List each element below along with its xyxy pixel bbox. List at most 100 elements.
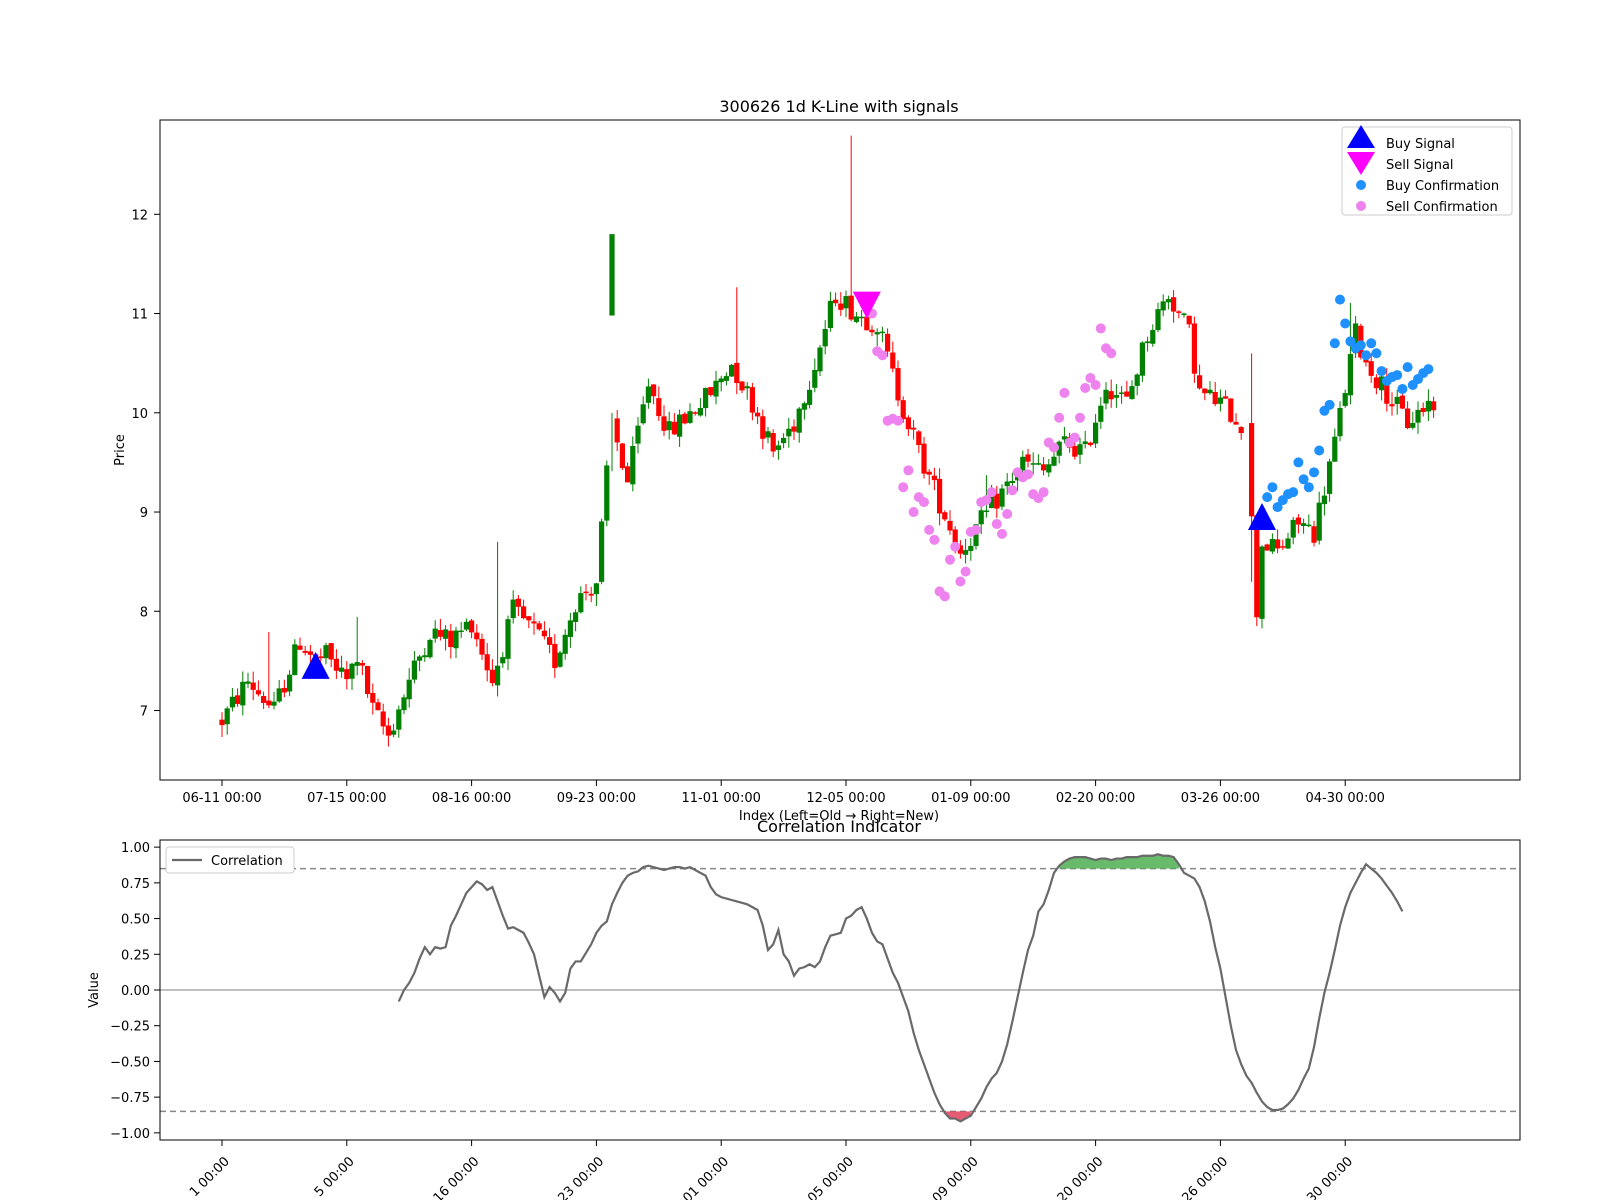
candle-body [1410, 422, 1416, 428]
correlation-line [397, 853, 1404, 1123]
candle-body [1233, 421, 1239, 425]
sell-confirmation-point [991, 518, 1002, 529]
candle-body [235, 695, 241, 704]
sell-confirmation-point [997, 528, 1007, 539]
candle-body [775, 445, 781, 450]
candle-body [1269, 539, 1275, 552]
candle-body [547, 637, 553, 645]
candle-body [760, 416, 766, 439]
candle-body [339, 667, 345, 672]
buy-confirmation-point [1340, 318, 1351, 329]
candle-body [770, 433, 776, 452]
candle-body [1368, 361, 1374, 376]
candle-body [1087, 442, 1093, 446]
buy-confirmation-point [1335, 294, 1345, 305]
candle-body [458, 630, 464, 633]
candle-body [318, 656, 324, 659]
kline-xtick-label: 08-16 00:00 [432, 791, 511, 806]
correlation-x-ticks: 1 00:00 5 00:00 16 00:00 23 00:00 01 00:00 05… [187, 1140, 1356, 1200]
candle-body [963, 550, 969, 555]
candle-body [1295, 517, 1301, 525]
sell-confirmation-point [877, 350, 888, 361]
candle-body [723, 376, 729, 381]
correlation-ytick-label: 0.75 [121, 877, 150, 892]
candle-body [1420, 407, 1426, 413]
candle-body [281, 687, 287, 693]
buy-confirmation-point [1392, 370, 1403, 381]
candle-body [1337, 408, 1343, 437]
buy-confirmation-point [1423, 364, 1434, 375]
kline-ytick-label: 12 [131, 208, 148, 223]
candle-body [827, 300, 833, 329]
kline-legend: Buy Signal Sell Signal Buy Confirmation Sel… [1341, 125, 1513, 216]
correlation-xtick-label: 20 00:00 [1055, 1154, 1107, 1200]
correlation-ytick-label: 0.25 [121, 948, 150, 963]
candle-body [1259, 546, 1265, 619]
sell-confirmation-point [960, 566, 971, 577]
candle-body [302, 650, 308, 653]
candle-body [453, 630, 459, 649]
candle-body [838, 303, 844, 310]
buy-confirmation-point [1309, 467, 1319, 478]
buy-confirmation-point [1303, 482, 1314, 493]
correlation-ytick-label: −0.25 [110, 1020, 150, 1035]
candle-body [1155, 309, 1161, 331]
candle-body [609, 234, 615, 316]
candle-body [266, 700, 272, 706]
candle-body [432, 628, 438, 639]
kline-legend-label: Buy Signal [1386, 137, 1455, 152]
correlation-ytick-label: 1.00 [121, 841, 150, 856]
candle-body [1165, 299, 1171, 303]
candle-body [573, 612, 579, 622]
candle-body [1150, 330, 1156, 344]
candle-body [807, 389, 813, 405]
candle-body [1347, 354, 1353, 396]
candle-body [765, 431, 771, 438]
candle-body [1051, 456, 1057, 466]
kline-legend-label: Buy Confirmation [1386, 179, 1499, 194]
correlation-xtick-label: 1 00:00 [187, 1154, 233, 1200]
candle-body [1145, 341, 1151, 344]
candle-body [921, 443, 927, 474]
candle-body [588, 593, 594, 596]
candle-body [297, 645, 303, 650]
candle-body [994, 493, 1000, 509]
candle-body [562, 634, 568, 654]
candle-body [1191, 323, 1197, 374]
candle-body [515, 598, 521, 607]
candle-body [853, 316, 859, 322]
correlation-xtick-label: 09 00:00 [930, 1154, 982, 1200]
candle-body [1093, 422, 1099, 444]
candle-body [1046, 464, 1052, 473]
buy-confirmation-point [1366, 338, 1377, 349]
confirmation-legend-icon [1356, 180, 1366, 190]
candle-body [1217, 397, 1223, 404]
candle-body [749, 387, 755, 413]
candle-body [1212, 392, 1218, 405]
candle-body [1009, 480, 1015, 483]
candle-body [604, 465, 610, 521]
candle-body [307, 651, 313, 655]
candle-body [729, 364, 735, 377]
candle-body [978, 510, 984, 525]
candle-body [1399, 395, 1405, 409]
candle-body [1264, 544, 1270, 551]
correlation-y-ticks: 1.00 0.75 0.50 0.25 0.00 −0.25 −0.50 −0.75 −1.00 [110, 841, 160, 1142]
candle-body [1129, 386, 1135, 400]
sell-confirmation-point [903, 465, 914, 476]
candle-body [781, 437, 787, 444]
candle-body [479, 638, 485, 655]
candle-body [843, 296, 849, 309]
candle-body [1301, 523, 1307, 526]
candle-body [552, 643, 558, 669]
candle-body [1275, 539, 1281, 549]
kline-xtick-label: 07-15 00:00 [307, 791, 386, 806]
candle-body [999, 488, 1005, 507]
candle-body [1228, 398, 1234, 422]
candle-body [1306, 524, 1312, 527]
correlation-xtick-label: 01 00:00 [680, 1154, 732, 1200]
candle-body [1290, 519, 1296, 538]
candle-body [614, 418, 620, 443]
candle-body [437, 629, 443, 637]
correlation-ytick-label: −0.50 [110, 1055, 150, 1070]
